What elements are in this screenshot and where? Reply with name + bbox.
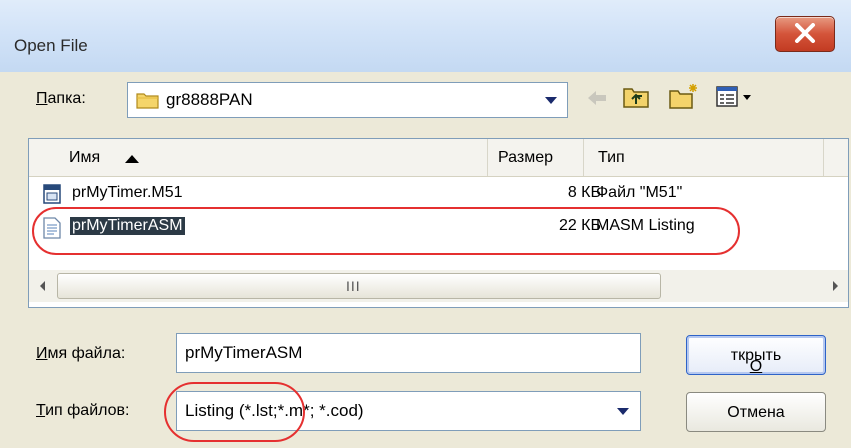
view-menu-icon[interactable] xyxy=(716,86,754,108)
open-button[interactable]: Открыть xyxy=(686,335,826,375)
file-row-m51[interactable]: prMyTimer.M51 8 КБ Файл "M51" xyxy=(29,180,848,210)
sort-ascending-icon xyxy=(125,155,139,163)
cancel-button-label: Отмена xyxy=(727,404,785,421)
column-header-size[interactable]: Размер xyxy=(488,139,584,176)
column-size-label: Размер xyxy=(498,149,553,166)
folder-icon xyxy=(136,93,159,109)
cancel-button[interactable]: Отмена xyxy=(686,392,826,432)
open-file-dialog: Open File Папка: gr8888PAN Имя Размер Ти… xyxy=(0,0,851,448)
file-type: Файл "M51" xyxy=(596,184,683,201)
folder-dropdown-button[interactable] xyxy=(536,83,566,117)
up-folder-icon[interactable] xyxy=(622,84,650,110)
column-header-name[interactable]: Имя xyxy=(29,139,488,176)
highlight-oval-filetype xyxy=(164,382,305,442)
chevron-down-icon xyxy=(545,97,557,104)
filetype-label: Тип файлов: xyxy=(36,402,130,419)
scroll-right-icon[interactable] xyxy=(824,275,846,297)
column-header-type[interactable]: Тип xyxy=(584,139,824,176)
m51-file-icon xyxy=(43,184,61,204)
highlight-oval-selected-row xyxy=(32,207,740,255)
close-icon xyxy=(795,23,815,43)
file-name: prMyTimer.M51 xyxy=(72,184,183,201)
folder-label: Папка: xyxy=(36,90,86,108)
chevron-down-icon xyxy=(617,408,629,415)
scrollbar-thumb[interactable]: III xyxy=(57,273,661,299)
back-arrow-icon[interactable] xyxy=(586,88,608,108)
folder-select[interactable]: gr8888PAN xyxy=(127,82,568,118)
scroll-left-icon[interactable] xyxy=(32,275,54,297)
filename-value: prMyTimerASM xyxy=(185,343,303,362)
window-title: Open File xyxy=(14,36,88,55)
close-button[interactable] xyxy=(775,16,835,52)
column-type-label: Тип xyxy=(598,149,625,166)
scrollbar-grip: III xyxy=(346,278,361,294)
open-button-label: Открыть xyxy=(730,347,782,375)
filename-label: Имя файла: xyxy=(36,345,126,362)
new-folder-icon[interactable] xyxy=(668,82,700,110)
filetype-dropdown-button[interactable] xyxy=(608,394,638,428)
column-name-label: Имя xyxy=(69,149,101,166)
list-header: Имя Размер Тип xyxy=(29,139,848,177)
filename-input[interactable]: prMyTimerASM xyxy=(176,333,641,373)
folder-label-text: Папка: xyxy=(36,90,86,107)
folder-select-value: gr8888PAN xyxy=(166,90,253,109)
horizontal-scrollbar[interactable]: III xyxy=(29,270,848,302)
title-bar: Open File xyxy=(0,0,851,72)
